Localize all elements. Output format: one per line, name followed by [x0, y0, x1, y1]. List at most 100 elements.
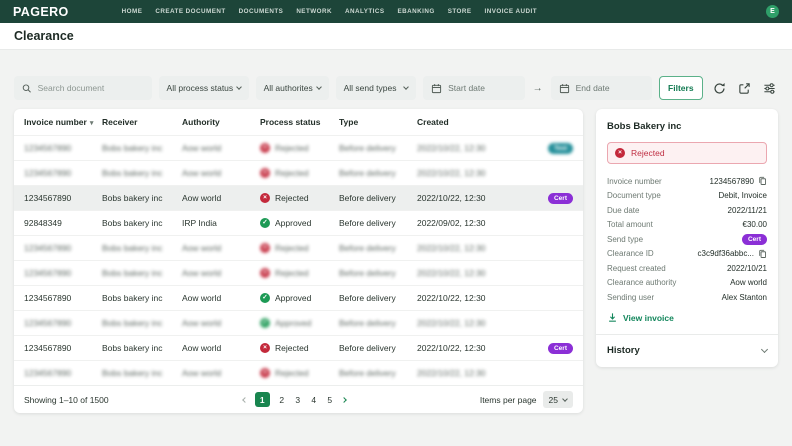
start-date-field[interactable]: Start date [423, 76, 524, 100]
table-row[interactable]: 1234567890Bobs bakery incAow world×Rejec… [14, 235, 583, 260]
column-header-created[interactable]: Created [417, 117, 517, 127]
detail-field-label: Clearance authority [607, 278, 676, 287]
chevron-down-icon [236, 84, 242, 90]
receiver-cell: Bobs bakery inc [102, 293, 182, 303]
sliders-icon [763, 82, 776, 95]
invoice-number-cell: 1234567890 [24, 193, 102, 203]
detail-field: Total amount€30.00 [607, 218, 767, 233]
export-button[interactable] [737, 80, 753, 97]
next-page-icon[interactable] [341, 397, 347, 403]
rejected-alert: × Rejected [607, 142, 767, 164]
nav-item-home[interactable]: HOME [122, 8, 143, 15]
prev-page-icon[interactable] [242, 397, 248, 403]
nav-item-ebanking[interactable]: EBANKING [398, 8, 435, 15]
receiver-cell: Bobs bakery inc [102, 193, 182, 203]
type-cell: Before delivery [339, 218, 417, 228]
detail-panel: Bobs Bakery inc × Rejected Invoice numbe… [596, 109, 778, 367]
column-header-authority[interactable]: Authority [182, 117, 260, 127]
receiver-cell: Bobs bakery inc [102, 343, 182, 353]
detail-field-value: Debit, Invoice [719, 191, 767, 200]
table-row[interactable]: 1234567890Bobs bakery incAow world×Rejec… [14, 360, 583, 385]
page-button-3[interactable]: 3 [294, 395, 302, 405]
nav-item-create-document[interactable]: CREATE DOCUMENT [155, 8, 225, 15]
authorities-label: All authorites [264, 83, 313, 93]
nav-item-documents[interactable]: DOCUMENTS [239, 8, 284, 15]
table-row[interactable]: 92848349Bobs bakery incIRP India✓Approve… [14, 210, 583, 235]
history-toggle[interactable]: History [607, 335, 767, 367]
authority-cell: Aow world [182, 368, 260, 378]
page-button-4[interactable]: 4 [310, 395, 318, 405]
process-status-cell: ×Rejected [260, 193, 339, 203]
nav-item-analytics[interactable]: ANALYTICS [345, 8, 385, 15]
created-cell: 2022/10/22, 12:30 [417, 243, 517, 253]
rejected-icon: × [260, 143, 270, 153]
page-button-2[interactable]: 2 [278, 395, 286, 405]
items-per-page: Items per page 25 [480, 391, 573, 408]
nav-item-network[interactable]: NETWORK [296, 8, 332, 15]
authorities-dropdown[interactable]: All authorites [256, 76, 329, 100]
main-area: Invoice number▾ Receiver Authority Proce… [14, 109, 778, 413]
send-type-badge: Cert [742, 234, 767, 245]
table-row[interactable]: 1234567890Bobs bakery incAow world×Rejec… [14, 185, 583, 210]
type-cell: Before delivery [339, 168, 417, 178]
rejected-icon: × [615, 148, 625, 158]
send-types-dropdown[interactable]: All send types [336, 76, 417, 100]
process-status-dropdown[interactable]: All process status [159, 76, 249, 100]
table-row[interactable]: 1234567890Bobs bakery incAow world×Rejec… [14, 335, 583, 360]
table-row[interactable]: 1234567890Bobs bakery incAow world×Rejec… [14, 160, 583, 185]
search-input[interactable] [38, 83, 144, 93]
table-row[interactable]: 1234567890Bobs bakery incAow world✓Appro… [14, 285, 583, 310]
type-cell: Before delivery [339, 143, 417, 153]
column-header-receiver[interactable]: Receiver [102, 117, 182, 127]
created-cell: 2022/10/22, 12:30 [417, 193, 517, 203]
detail-field-value: Cert [742, 234, 767, 245]
items-per-page-label: Items per page [480, 395, 537, 405]
copy-icon[interactable] [758, 249, 767, 259]
nav-item-store[interactable]: STORE [448, 8, 472, 15]
receiver-cell: Bobs bakery inc [102, 368, 182, 378]
nav-item-invoice-audit[interactable]: INVOICE AUDIT [485, 8, 538, 15]
detail-field-label: Document type [607, 191, 661, 200]
page-button-5[interactable]: 5 [326, 395, 334, 405]
detail-field-label: Due date [607, 206, 639, 215]
process-status-cell: ✓Approved [260, 218, 339, 228]
title-bar: Clearance [0, 23, 792, 50]
rejected-icon: × [260, 343, 270, 353]
detail-fields: Invoice number1234567890 Document type De… [607, 174, 767, 305]
rejected-alert-label: Rejected [631, 148, 665, 158]
end-date-label: End date [576, 83, 610, 93]
table-settings-button[interactable] [762, 80, 778, 97]
authority-cell: Aow world [182, 193, 260, 203]
nav-menu: HOME CREATE DOCUMENT DOCUMENTS NETWORK ANALY… [122, 8, 537, 15]
page-numbers: 12345 [255, 392, 334, 407]
copy-icon[interactable] [758, 176, 767, 186]
page-button-1[interactable]: 1 [255, 392, 270, 407]
send-type-badge: Test [548, 143, 573, 154]
items-per-page-select[interactable]: 25 [543, 391, 573, 408]
column-header-invoice-number[interactable]: Invoice number▾ [24, 117, 102, 127]
detail-field-label: Clearance ID [607, 249, 654, 258]
send-types-label: All send types [344, 83, 397, 93]
process-status-cell: ×Rejected [260, 143, 339, 153]
created-cell: 2022/10/22, 12:30 [417, 318, 517, 328]
view-invoice-link[interactable]: View invoice [607, 310, 767, 326]
column-header-type[interactable]: Type [339, 117, 417, 127]
end-date-field[interactable]: End date [551, 76, 652, 100]
table-row[interactable]: 1234567890Bobs bakery incAow world✓Appro… [14, 310, 583, 335]
created-cell: 2022/10/22, 12:30 [417, 343, 517, 353]
table-row[interactable]: 1234567890Bobs bakery incAow world×Rejec… [14, 260, 583, 285]
badge-cell: Test [517, 142, 573, 154]
user-avatar[interactable]: E [766, 5, 779, 18]
showing-count: Showing 1–10 of 1500 [24, 395, 109, 405]
calendar-icon [559, 83, 570, 94]
chevron-down-icon [562, 396, 568, 402]
column-header-process-status[interactable]: Process status [260, 117, 339, 127]
filters-button[interactable]: Filters [659, 76, 703, 100]
detail-field: Invoice number1234567890 [607, 174, 767, 189]
search-field[interactable] [14, 76, 152, 100]
process-status-cell: ×Rejected [260, 243, 339, 253]
created-cell: 2022/09/02, 12:30 [417, 218, 517, 228]
refresh-icon [713, 82, 726, 95]
refresh-button[interactable] [712, 80, 728, 97]
table-row[interactable]: 1234567890Bobs bakery incAow world×Rejec… [14, 135, 583, 160]
